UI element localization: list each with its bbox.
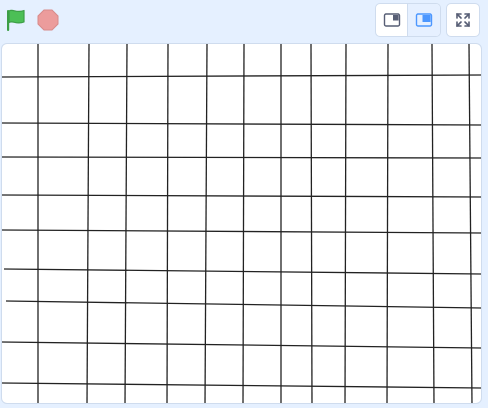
small-stage-button[interactable] xyxy=(376,4,409,36)
stage-header xyxy=(0,0,488,42)
stage-size-toggle xyxy=(375,3,441,37)
pen-line xyxy=(2,382,481,389)
pen-line xyxy=(344,44,347,403)
small-stage-layout-icon xyxy=(383,13,400,27)
stage-canvas[interactable] xyxy=(1,43,482,404)
fullscreen-icon xyxy=(456,13,470,27)
pen-line xyxy=(2,156,481,159)
green-flag-icon xyxy=(7,9,25,31)
pen-line xyxy=(386,44,389,403)
pen-line xyxy=(242,44,245,403)
fullscreen-button[interactable] xyxy=(446,3,480,37)
pen-line xyxy=(86,44,90,403)
pen-line xyxy=(2,122,481,126)
stop-sign-icon xyxy=(37,9,59,31)
pen-line xyxy=(2,74,481,78)
pen-line xyxy=(2,341,481,349)
pen-grid-drawing xyxy=(2,44,481,403)
pen-line xyxy=(124,44,128,403)
pen-line xyxy=(468,44,473,403)
pen-line xyxy=(166,44,169,403)
large-stage-button[interactable] xyxy=(408,4,440,36)
pen-line xyxy=(2,229,481,234)
pen-line xyxy=(310,44,313,403)
large-stage-layout-icon xyxy=(415,13,433,27)
pen-line xyxy=(204,44,208,403)
stop-button[interactable] xyxy=(36,8,60,32)
pen-line xyxy=(5,300,481,309)
pen-line xyxy=(431,44,435,403)
pen-line xyxy=(2,194,481,198)
green-flag-button[interactable] xyxy=(4,7,28,33)
